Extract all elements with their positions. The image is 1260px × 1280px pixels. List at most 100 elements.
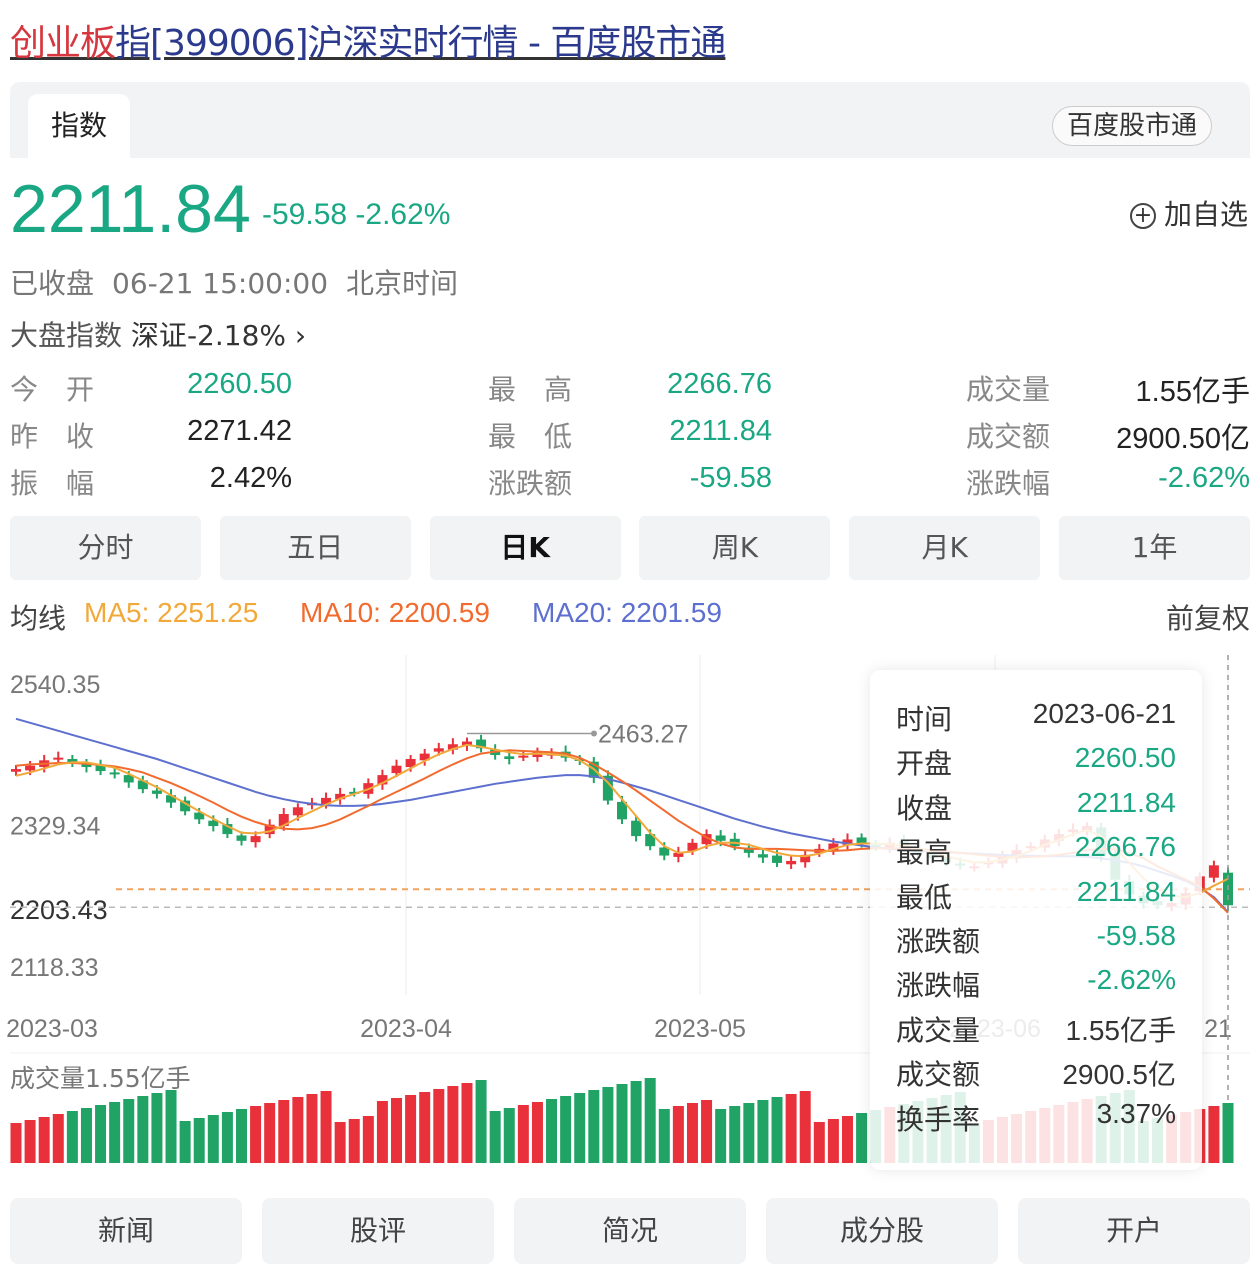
tooltip-row: 涨跌幅 -2.62% [896,964,1176,1004]
tooltip-row: 时间 2023-06-21 [896,698,1176,738]
stat-label: 最 低 [488,420,573,453]
volume-bar [165,1090,177,1163]
tooltip-key: 收盘 [896,791,953,825]
bottom-nav-button[interactable]: 简况 [514,1198,746,1264]
candle [67,754,78,768]
price-change: -59.58 -2.62% [262,198,450,232]
y-tick-label: 2540.35 [10,671,100,699]
period-tab[interactable]: 五日 [219,516,411,580]
stat-label: 成交额 [966,420,1051,453]
current-price: 2211.84 [10,171,251,247]
stat-value: 1.55亿手 [1135,376,1250,408]
y-tick-label: 2203.43 [10,895,108,925]
candle [476,734,487,753]
page-title[interactable]: 创业板指[399006]沪深实时行情 - 百度股市通 [10,14,726,66]
stat-value: 2.42% [209,462,292,494]
bottom-nav-button[interactable]: 成分股 [766,1198,998,1264]
volume-bar [391,1098,403,1163]
volume-bar [179,1121,191,1163]
volume-bar [193,1118,205,1163]
volume-bar [672,1106,684,1163]
max-marker-dot [591,730,597,737]
volume-bar [602,1087,614,1163]
tooltip-row: 换手率 3.37% [896,1098,1176,1138]
tooltip-key: 开盘 [896,747,953,781]
tooltip-key: 最高 [896,836,953,870]
title-highlight: 创业板 [10,23,116,64]
stat-value: -2.62% [1158,462,1250,494]
candle [53,751,64,763]
stat-value: 2260.50 [187,368,292,400]
volume-bar [52,1114,64,1163]
adjust-toggle[interactable]: 前复权 [1166,597,1250,637]
volume-bar [856,1113,868,1163]
tooltip-row: 最高 2266.76 [896,831,1176,871]
tooltip-key: 时间 [896,703,953,736]
volume-bar [10,1123,22,1163]
stat-value: 2900.50亿 [1116,423,1250,455]
candle [81,758,92,773]
tab-index[interactable]: 指数 [28,94,130,158]
volume-bar [743,1103,755,1163]
volume-bar [447,1086,459,1163]
period-tab[interactable]: 分时 [10,516,201,580]
crosshair-tooltip: 时间 2023-06-21 开盘 2260.50 收盘 2211.84 最高 2266.76 最… [870,670,1202,1170]
volume-bar [771,1097,783,1163]
volume-bar [588,1090,600,1163]
volume-bar [419,1092,431,1163]
bottom-nav: 新闻 股评 简况 成分股 开户 [10,1198,1250,1264]
stat-label: 涨跌幅 [966,467,1051,500]
period-tab[interactable]: 日K [429,516,621,580]
stat-value: 2271.42 [187,415,292,447]
ma20-value: MA20: 2201.59 [532,597,722,628]
chevron-right-icon: › [294,319,307,352]
add-favorite-label: 加自选 [1163,198,1248,231]
stat-label: 今 开 [10,373,95,406]
bottom-nav-button[interactable]: 开户 [1018,1198,1250,1264]
tooltip-key: 涨跌幅 [896,969,981,1003]
volume-bar [109,1102,121,1163]
volume-bar [151,1093,163,1163]
volume-bar [517,1105,529,1163]
bottom-nav-button[interactable]: 股评 [262,1198,494,1264]
volume-bar [80,1108,92,1163]
period-tab[interactable]: 1年 [1059,516,1250,580]
tooltip-value: 2260.50 [1074,742,1176,774]
volume-bar [95,1105,107,1163]
volume-bar [207,1115,219,1163]
volume-bar [137,1096,149,1163]
volume-bar [461,1083,473,1163]
brand-badge[interactable]: 百度股市通 [1051,106,1212,146]
plus-circle-icon: + [1129,203,1156,229]
bottom-nav-button[interactable]: 新闻 [10,1198,242,1264]
period-tab[interactable]: 周K [639,516,831,580]
change-percent: -2.62% [355,198,451,231]
volume-bar [278,1100,290,1163]
stat-label: 涨跌额 [488,467,573,500]
tooltip-row: 开盘 2260.50 [896,742,1176,782]
tooltip-value: 2266.76 [1074,831,1176,863]
volume-bar [785,1094,797,1163]
add-favorite-button[interactable]: + 加自选 [1129,193,1248,233]
candle [800,850,811,868]
period-tab[interactable]: 月K [849,516,1041,580]
candle [377,769,388,790]
stat-value: 2266.76 [667,368,772,400]
x-tick-label: 2023-03 [6,1015,98,1043]
title-rest: 指[399006]沪深实时行情 - 百度股市通 [115,23,726,64]
ma10-value: MA10: 2200.59 [300,597,490,628]
tooltip-key: 成交量 [896,1013,981,1047]
volume-bar [433,1089,445,1163]
x-tick-label: 2023-05 [654,1015,746,1043]
volume-bar [630,1081,642,1163]
stat-label: 成交量 [966,373,1051,406]
volume-bar [123,1099,135,1163]
market-index-link[interactable]: 大盘指数 深证-2.18% › [10,314,306,354]
tooltip-key: 最低 [896,880,953,914]
volume-bar [827,1119,839,1163]
change-amount: -59.58 [262,198,348,231]
max-price-label: 2463.27 [598,721,688,749]
tooltip-value: 1.55亿手 [1065,1014,1177,1046]
tooltip-key: 换手率 [896,1102,981,1136]
stat-label: 最 高 [488,373,573,406]
